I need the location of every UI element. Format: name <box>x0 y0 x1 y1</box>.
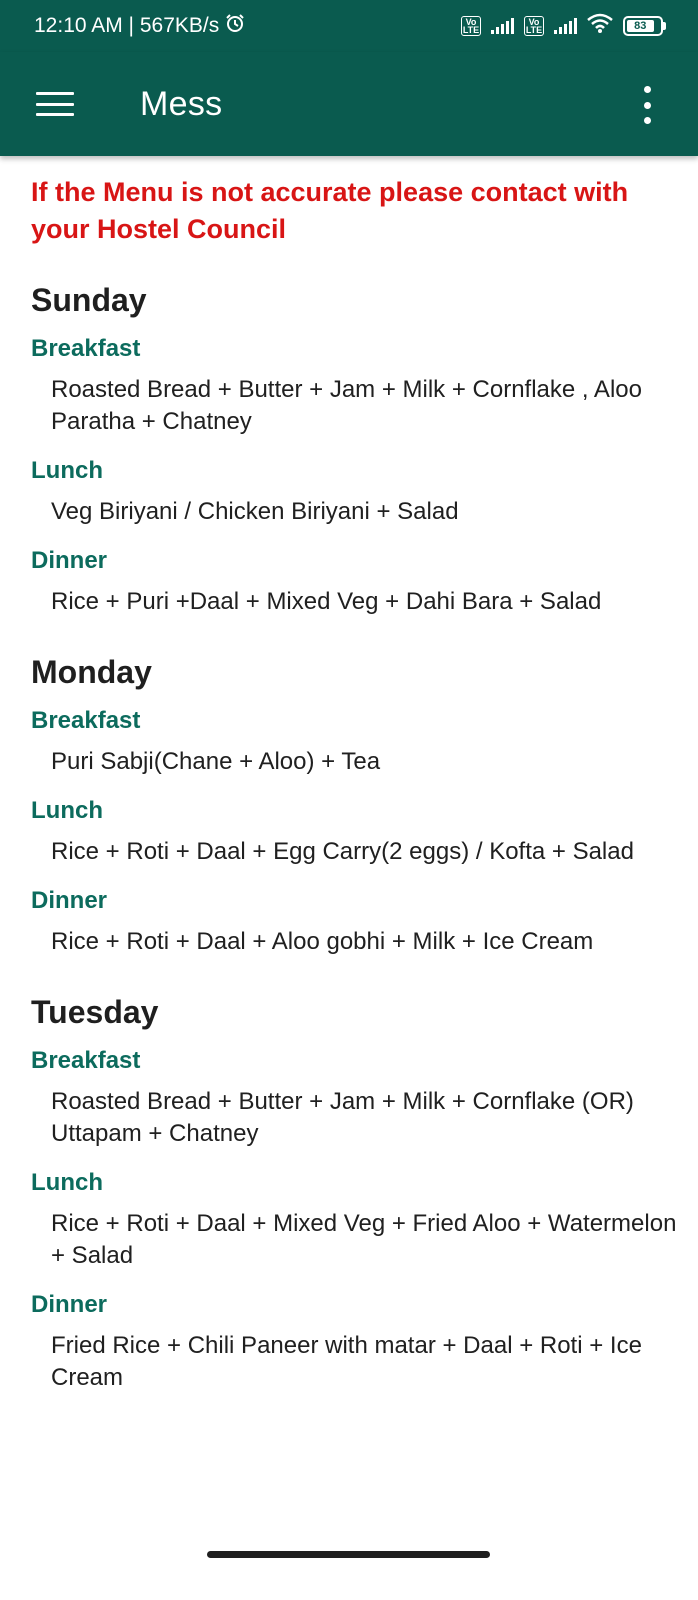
page-title: Mess <box>140 84 223 123</box>
day-title: Sunday <box>31 282 147 318</box>
meal-label: Breakfast <box>31 707 141 734</box>
volte-icon: Vo LTE <box>461 16 481 36</box>
volte-icon-2: Vo LTE <box>524 16 544 36</box>
meal-items: Rice + Roti + Daal + Egg Carry(2 eggs) /… <box>51 838 634 865</box>
meal-items: Fried Rice + Chili Paneer with matar + D… <box>51 1332 642 1391</box>
meal-items: Rice + Puri +Daal + Mixed Veg + Dahi Bar… <box>51 588 602 615</box>
hamburger-menu-icon[interactable] <box>36 89 74 119</box>
meal-items: Rice + Roti + Daal + Aloo gobhi + Milk +… <box>51 928 594 955</box>
meal-label: Lunch <box>31 1169 103 1196</box>
status-bar: 12:10 AM | 567KB/s Vo LTE Vo LTE 83 <box>0 0 698 52</box>
day-title: Monday <box>31 654 152 690</box>
day-section-tuesday: Tuesday Breakfast Roasted Bread + Butter… <box>31 992 678 1394</box>
meal-label: Dinner <box>31 1291 108 1318</box>
meal-label: Lunch <box>31 797 103 824</box>
alarm-icon <box>225 13 245 39</box>
status-left: 12:10 AM | 567KB/s <box>34 13 245 39</box>
meal-items: Roasted Bread + Butter + Jam + Milk + Co… <box>51 376 642 435</box>
meal-label: Dinner <box>31 887 108 914</box>
day-section-monday: Monday Breakfast Puri Sabji(Chane + Aloo… <box>31 652 678 958</box>
meal-items: Roasted Bread + Butter + Jam + Milk + Co… <box>51 1088 634 1147</box>
wifi-icon <box>587 13 613 39</box>
status-time-speed: 12:10 AM | 567KB/s <box>34 14 220 37</box>
meal-label: Dinner <box>31 547 108 574</box>
day-title: Tuesday <box>31 994 159 1030</box>
accuracy-notice: If the Menu is not accurate please conta… <box>31 177 629 244</box>
meal-label: Breakfast <box>31 335 141 362</box>
app-bar: Mess <box>0 52 698 156</box>
menu-content: If the Menu is not accurate please conta… <box>0 156 698 1394</box>
meal-items: Veg Biriyani / Chicken Biriyani + Salad <box>51 498 459 525</box>
more-vert-icon[interactable] <box>640 86 654 124</box>
battery-icon: 83 <box>623 16 666 36</box>
meal-items: Puri Sabji(Chane + Aloo) + Tea <box>51 748 381 775</box>
status-right: Vo LTE Vo LTE 83 <box>461 13 666 39</box>
signal-icon <box>491 18 514 34</box>
day-section-sunday: Sunday Breakfast Roasted Bread + Butter … <box>31 280 678 618</box>
battery-level: 83 <box>627 20 654 32</box>
home-indicator[interactable] <box>207 1551 490 1558</box>
signal-icon-2 <box>554 18 577 34</box>
meal-label: Breakfast <box>31 1047 141 1074</box>
meal-label: Lunch <box>31 457 103 484</box>
meal-items: Rice + Roti + Daal + Mixed Veg + Fried A… <box>51 1210 677 1269</box>
